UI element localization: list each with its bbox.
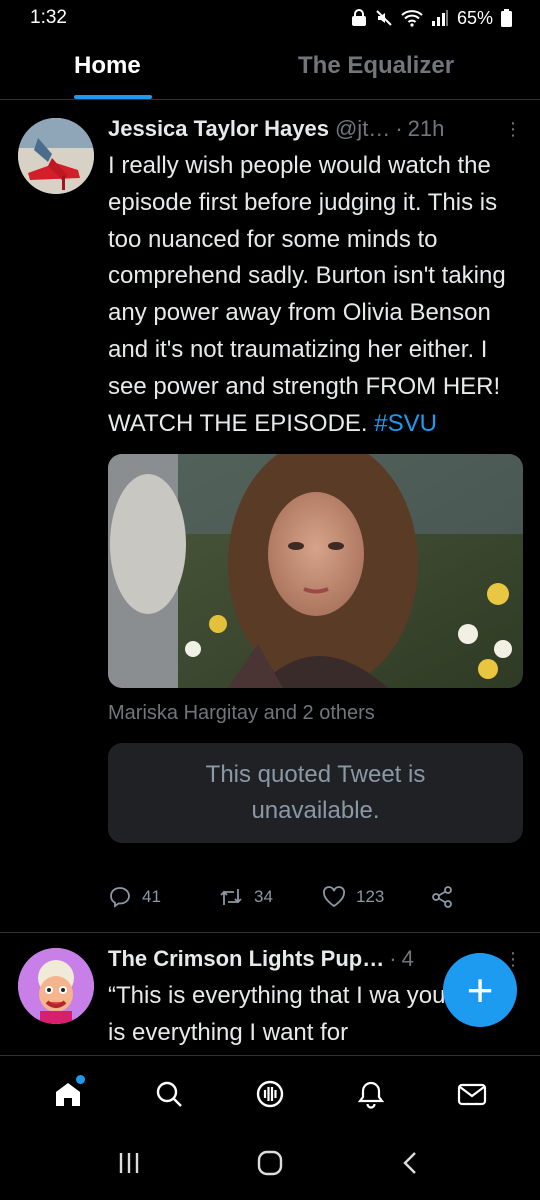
signal-icon xyxy=(431,10,448,26)
media-tagged-people[interactable]: Mariska Hargitay and 2 others xyxy=(108,702,522,725)
reply-icon xyxy=(110,887,130,908)
active-tab-indicator xyxy=(74,95,152,99)
retweet-count: 34 xyxy=(254,887,273,906)
mail-icon xyxy=(457,1083,486,1105)
like-count: 123 xyxy=(356,887,385,906)
tweet-actions: 41 34 123 xyxy=(108,885,454,909)
recent-apps-icon xyxy=(120,1153,139,1173)
hashtag-link[interactable]: #SVU xyxy=(374,410,437,437)
search-icon xyxy=(156,1081,183,1107)
separator-dot: · xyxy=(389,946,397,971)
spaces-icon xyxy=(256,1080,284,1107)
compose-tweet-button[interactable]: + xyxy=(443,953,517,1027)
author-handle: @jt… xyxy=(334,116,391,141)
home-system-button[interactable] xyxy=(255,1148,285,1183)
tweet-text-body: I really wish people would watch the epi… xyxy=(108,152,506,437)
wifi-icon xyxy=(401,10,423,27)
plus-icon: + xyxy=(466,964,494,1016)
quoted-tweet-unavailable: This quoted Tweet is unavailable. xyxy=(108,743,523,844)
retweet-button[interactable]: 34 xyxy=(218,885,322,909)
tweet-time: 4 xyxy=(401,946,414,971)
reply-count: 41 xyxy=(142,887,161,906)
author-name[interactable]: Jessica Taylor Hayes xyxy=(108,116,329,142)
system-home-icon xyxy=(257,1150,283,1176)
separator-dot: · xyxy=(395,116,403,141)
more-options-icon[interactable]: ⋮ xyxy=(504,119,522,140)
nav-search[interactable] xyxy=(142,1067,196,1121)
quote-unavailable-text: This quoted Tweet is unavailable. xyxy=(205,761,426,825)
author-name[interactable]: The Crimson Lights Pup… xyxy=(108,946,384,972)
bottom-navigation xyxy=(0,1055,540,1131)
status-icons: 65% xyxy=(351,8,512,29)
nav-home[interactable] xyxy=(41,1067,95,1121)
nav-messages[interactable] xyxy=(445,1067,499,1121)
reply-button[interactable]: 41 xyxy=(108,885,218,909)
system-navigation xyxy=(0,1131,540,1200)
status-time: 1:32 xyxy=(30,7,67,28)
tweet-body: Jessica Taylor Hayes @jt… · 21h ⋮ I real… xyxy=(108,114,523,844)
share-button[interactable] xyxy=(430,885,454,909)
tweet-text: I really wish people would watch the epi… xyxy=(108,148,522,442)
timeline-tabs: Home The Equalizer xyxy=(0,36,540,100)
retweet-icon xyxy=(220,889,242,905)
mute-icon xyxy=(376,10,392,26)
tweet-media-image[interactable] xyxy=(108,454,523,689)
lock-icon xyxy=(351,9,366,26)
back-icon xyxy=(402,1152,416,1174)
share-icon xyxy=(432,886,452,908)
back-button[interactable] xyxy=(398,1150,424,1181)
tweet-time: 21h xyxy=(407,116,445,141)
bell-icon xyxy=(357,1081,384,1109)
tab-home[interactable]: Home xyxy=(74,52,141,80)
tweet-divider xyxy=(0,932,540,933)
status-bar: 1:32 65% xyxy=(0,0,540,36)
avatar[interactable] xyxy=(18,948,94,1024)
avatar[interactable] xyxy=(18,118,94,194)
battery-percent: 65% xyxy=(456,7,493,28)
tweet-header: Jessica Taylor Hayes @jt… · 21h ⋮ xyxy=(108,114,522,144)
battery-icon xyxy=(501,9,512,27)
tab-the-equalizer[interactable]: The Equalizer xyxy=(298,52,454,80)
heart-icon xyxy=(323,886,345,908)
like-button[interactable]: 123 xyxy=(322,886,430,908)
new-content-dot xyxy=(76,1074,86,1084)
nav-spaces[interactable] xyxy=(243,1067,297,1121)
recent-apps-button[interactable] xyxy=(116,1150,142,1181)
nav-notifications[interactable] xyxy=(344,1067,398,1121)
